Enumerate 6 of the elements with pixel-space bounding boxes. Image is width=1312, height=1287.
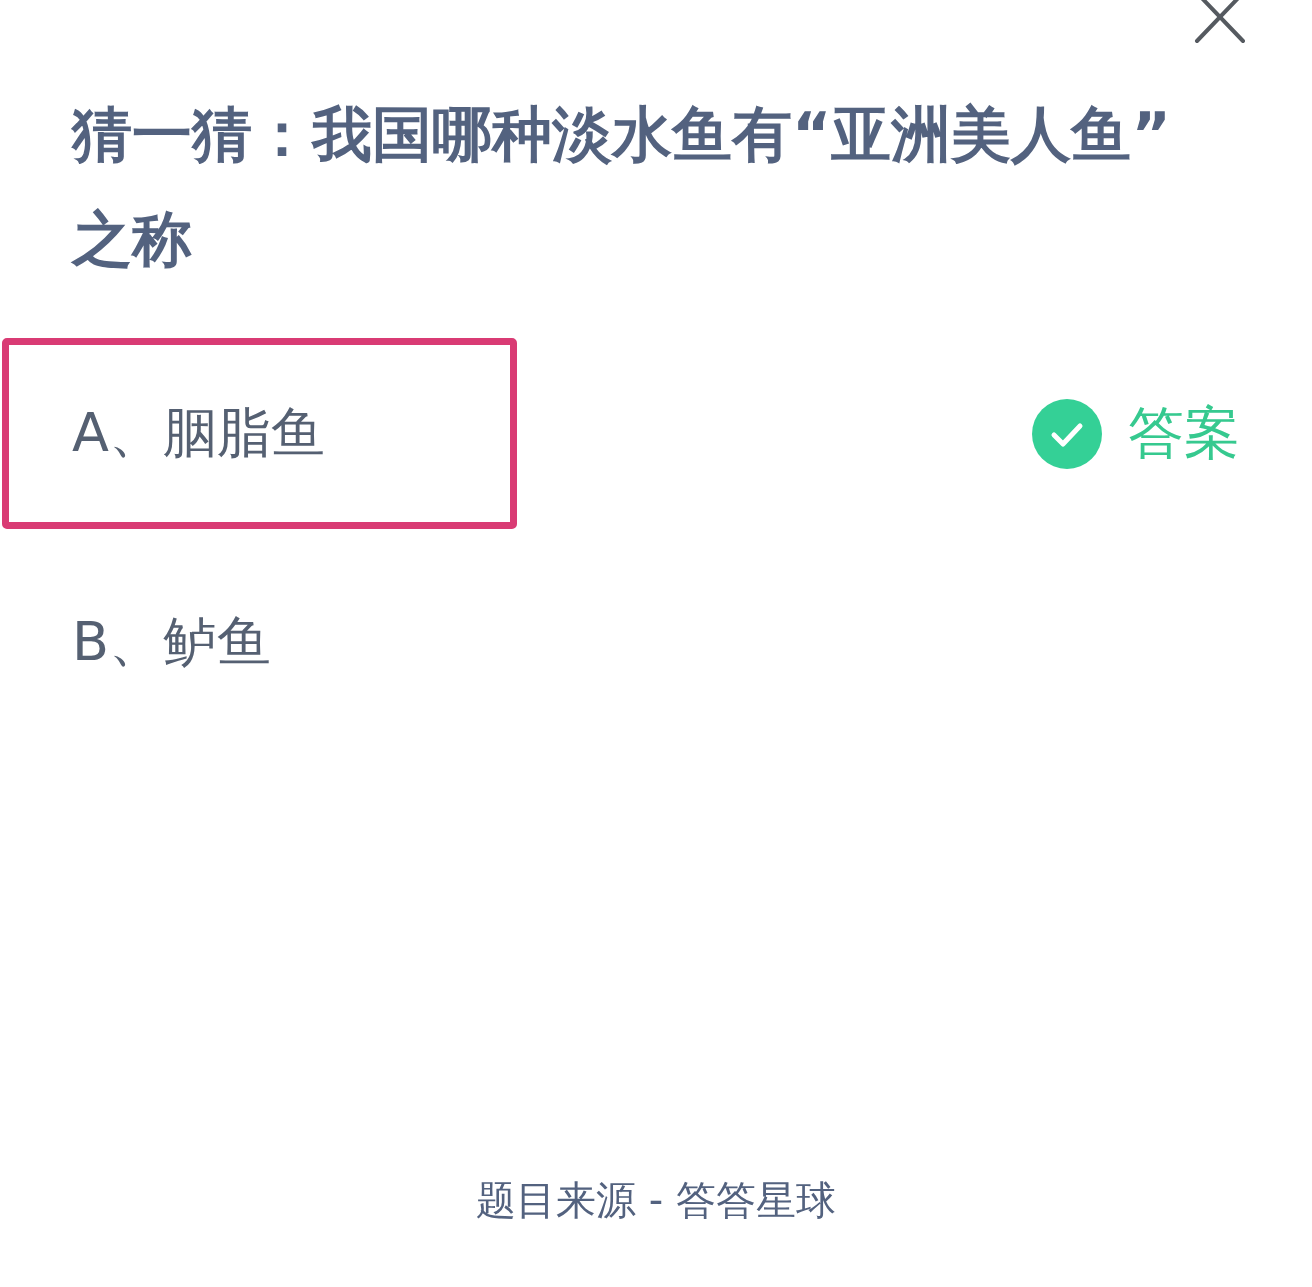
answer-option[interactable]: A、胭脂鱼 <box>2 338 517 529</box>
answer-label: 答案 <box>1128 398 1240 467</box>
close-icon[interactable] <box>1194 0 1246 44</box>
question-title: 猜一猜：我国哪种淡水鱼有“亚洲美人鱼”之称 <box>72 98 1172 276</box>
answer-option[interactable]: B、鲈鱼 <box>2 547 517 738</box>
question-source: 题目来源 - 答答星球 <box>476 1177 836 1223</box>
